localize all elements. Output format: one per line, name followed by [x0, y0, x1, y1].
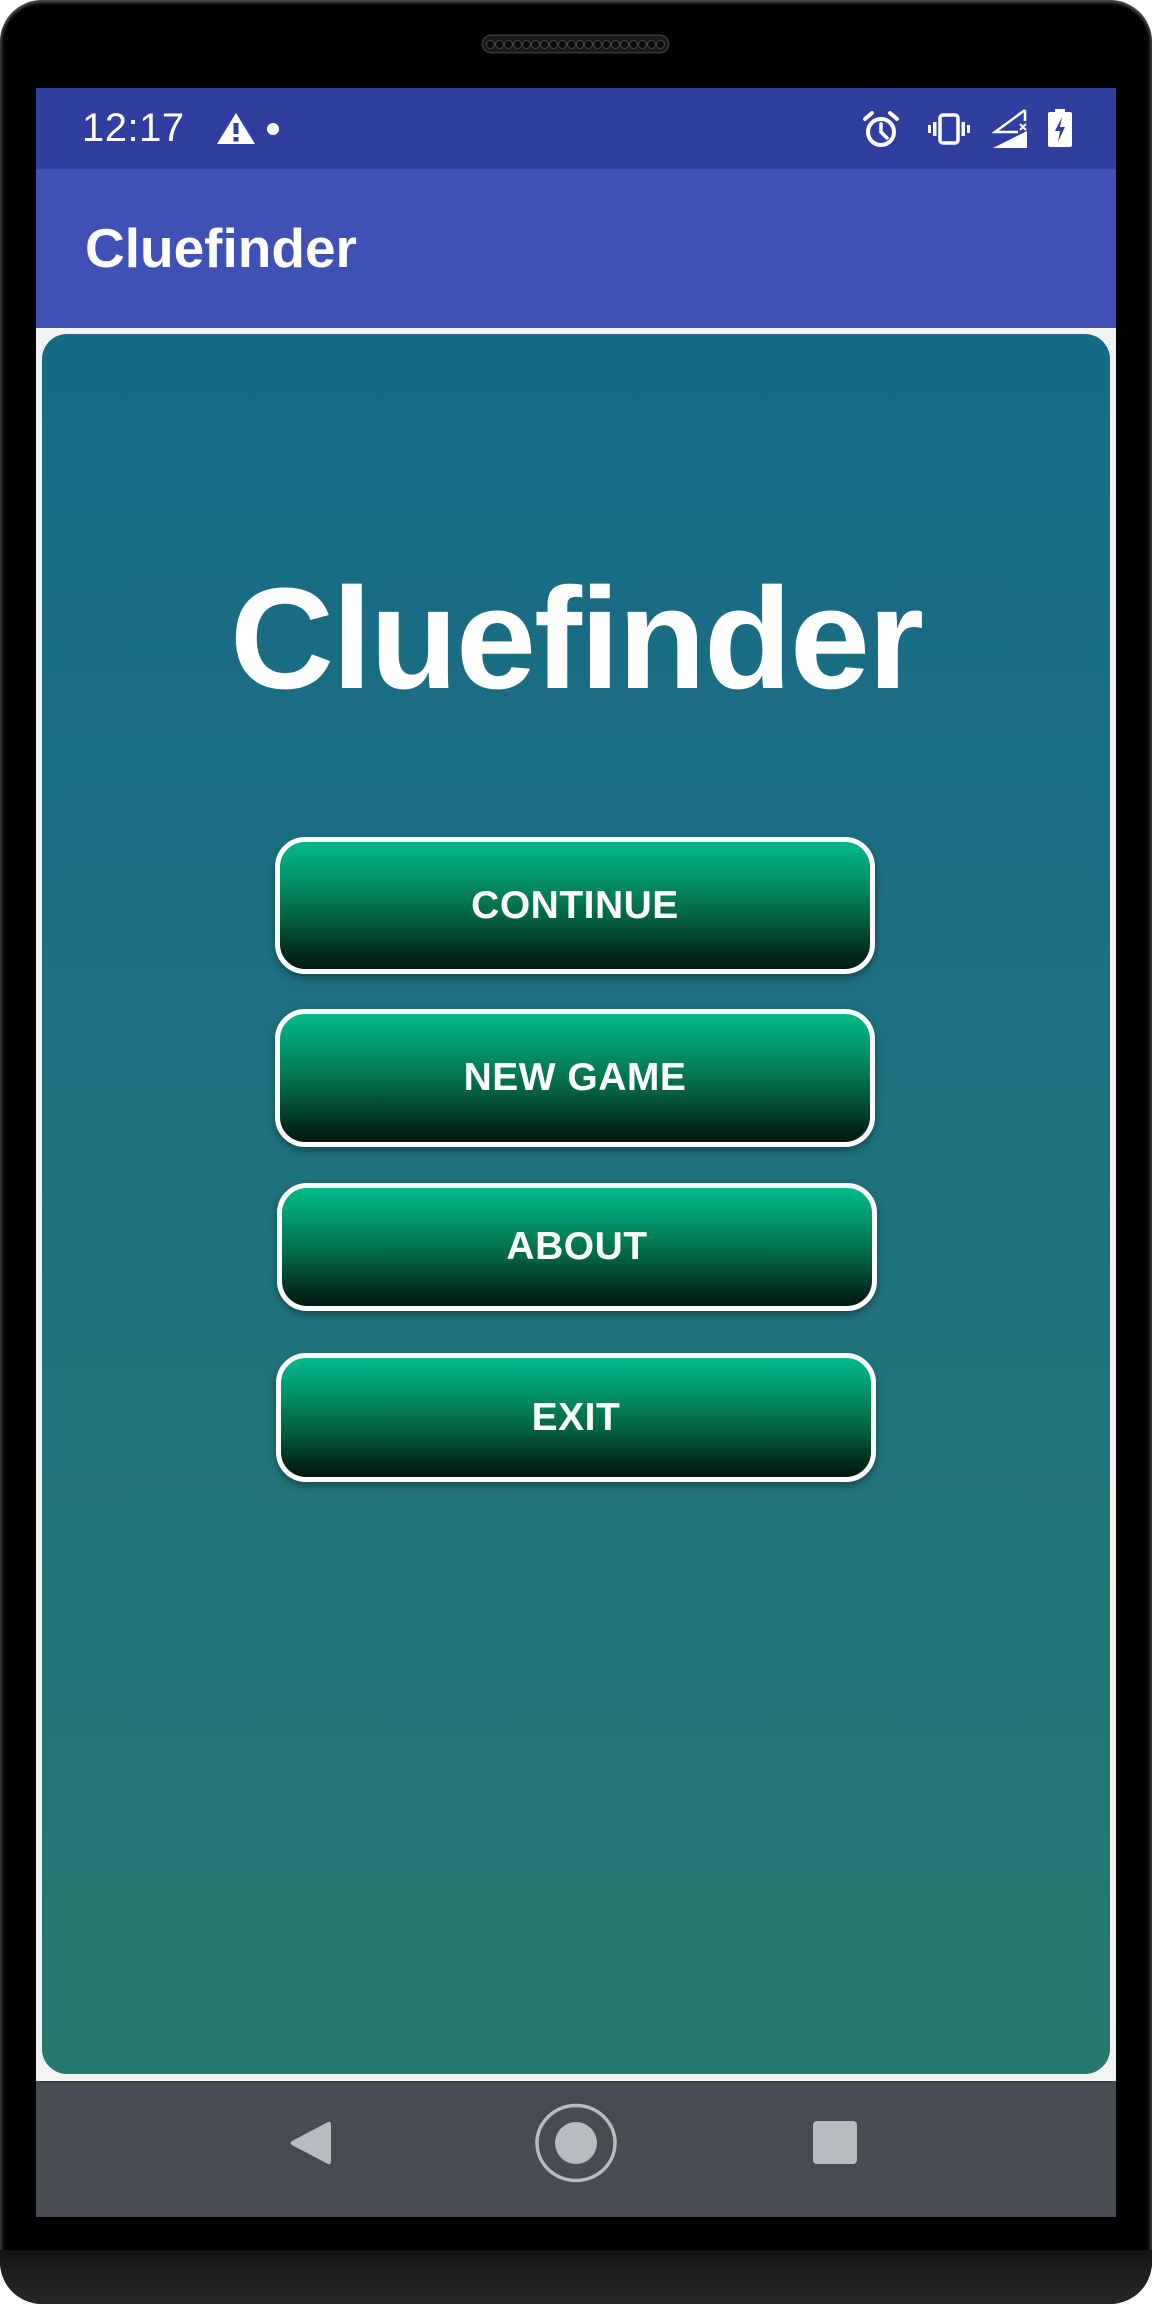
app-bar: Cluefinder [36, 169, 1116, 328]
vibrate-icon [928, 113, 970, 145]
navigation-bar [36, 2081, 1116, 2217]
recents-icon[interactable] [812, 2120, 858, 2165]
alarm-icon [863, 111, 899, 147]
home-icon[interactable] [534, 2103, 618, 2183]
game-title: Cluefinder [229, 558, 924, 719]
warning-icon [217, 113, 255, 144]
new-game-button[interactable]: NEW GAME [275, 1009, 875, 1147]
status-bar: 12:17 [36, 88, 1116, 169]
main-menu-card: Cluefinder CONTINUE NEW GAME ABOUT EXIT [42, 334, 1110, 2074]
device-screen: 12:17 Cluefinder Cluefinder CONTINUE NEW… [36, 88, 1116, 2217]
signal-no-data-icon [992, 108, 1027, 148]
status-time: 12:17 [82, 106, 185, 150]
phone-frame: 12:17 Cluefinder Cluefinder CONTINUE NEW… [0, 0, 1152, 2304]
about-button[interactable]: ABOUT [277, 1183, 877, 1311]
battery-charging-icon [1048, 109, 1072, 147]
back-icon[interactable] [288, 2119, 334, 2167]
exit-button[interactable]: EXIT [276, 1353, 876, 1482]
speaker-grille [483, 36, 668, 52]
continue-button[interactable]: CONTINUE [275, 837, 875, 974]
notification-dot-icon [267, 123, 279, 135]
phone-chin [0, 2250, 1152, 2304]
app-bar-title: Cluefinder [85, 217, 357, 279]
